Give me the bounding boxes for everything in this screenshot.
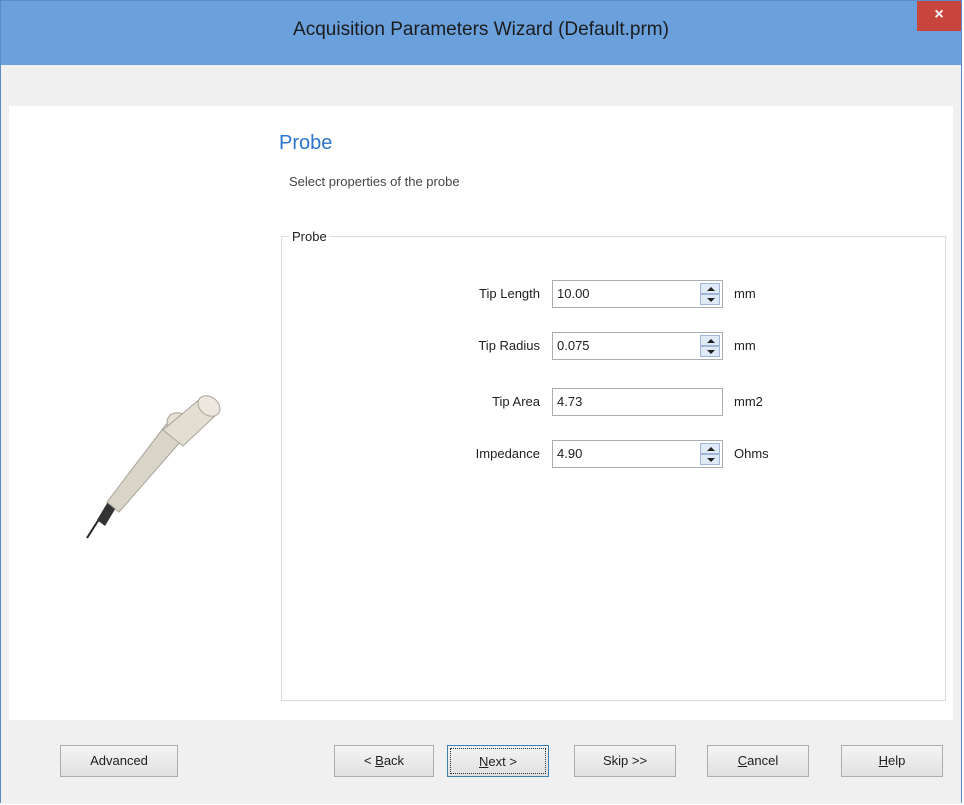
cancel-button-label: Cancel (738, 753, 778, 768)
back-label-rest: ack (383, 753, 405, 768)
cancel-label-rest: ancel (747, 753, 779, 768)
back-label-key: B (375, 753, 384, 768)
impedance-value: 4.90 (557, 446, 583, 461)
tip-length-label: Tip Length (479, 286, 540, 301)
spin-down-icon[interactable] (700, 346, 720, 357)
spin-up-icon[interactable] (700, 283, 720, 294)
skip-button-label: Skip >> (602, 753, 648, 768)
advanced-button[interactable]: Advanced (60, 745, 178, 777)
spin-up-icon[interactable] (700, 443, 720, 454)
next-button[interactable]: Next > (447, 745, 549, 777)
next-label-key: N (479, 754, 489, 769)
tip-radius-value: 0.075 (557, 338, 590, 353)
tip-radius-input[interactable]: 0.075 (552, 332, 723, 360)
impedance-input[interactable]: 4.90 (552, 440, 723, 468)
probe-group: Probe Tip Length 10.00 mm Tip Radius 0.0… (281, 229, 946, 701)
back-label-prefix: < (363, 753, 376, 768)
spin-up-icon[interactable] (700, 335, 720, 346)
skip-button[interactable]: Skip >> (574, 745, 676, 777)
tip-length-unit: mm (734, 286, 756, 301)
impedance-unit: Ohms (734, 446, 769, 461)
page-subtitle: Select properties of the probe (289, 174, 460, 189)
help-label-rest: elp (888, 753, 906, 768)
close-button[interactable]: × (917, 1, 961, 31)
wizard-content: Probe Select properties of the probe Pro… (9, 106, 953, 720)
help-button-label: Help (879, 753, 906, 768)
probe-icon (86, 395, 221, 539)
probe-group-legend: Probe (289, 229, 330, 244)
header-band (9, 65, 953, 106)
tip-length-spinner[interactable] (700, 283, 720, 305)
advanced-button-label: Advanced (90, 753, 148, 768)
back-button-label: < Back (364, 753, 404, 768)
page-title: Probe (279, 132, 333, 154)
button-bar: Advanced < Back Next > Skip >> Cancel He… (1, 720, 961, 804)
tip-area-unit: mm2 (734, 394, 763, 409)
title-bar[interactable]: Acquisition Parameters Wizard (Default.p… (1, 1, 961, 65)
wizard-window: Acquisition Parameters Wizard (Default.p… (0, 0, 962, 804)
cancel-label-key: C (737, 753, 748, 768)
tip-radius-label: Tip Radius (478, 338, 540, 353)
tip-area-value: 4.73 (557, 394, 583, 409)
next-label-rest: ext > (488, 754, 517, 769)
tip-area-label: Tip Area (492, 394, 540, 409)
help-button[interactable]: Help (841, 745, 943, 777)
tip-radius-spinner[interactable] (700, 335, 720, 357)
cancel-button[interactable]: Cancel (707, 745, 809, 777)
spin-down-icon[interactable] (700, 454, 720, 465)
impedance-label: Impedance (475, 446, 540, 461)
next-focus-rect: Next > (450, 748, 546, 774)
spin-down-icon[interactable] (700, 294, 720, 305)
tip-length-value: 10.00 (557, 286, 590, 301)
window-title: Acquisition Parameters Wizard (Default.p… (293, 19, 669, 40)
tip-area-input[interactable]: 4.73 (552, 388, 723, 416)
back-button[interactable]: < Back (334, 745, 434, 777)
help-label-key: H (878, 753, 889, 768)
tip-radius-unit: mm (734, 338, 756, 353)
close-icon: × (934, 6, 944, 23)
impedance-spinner[interactable] (700, 443, 720, 465)
tip-length-input[interactable]: 10.00 (552, 280, 723, 308)
